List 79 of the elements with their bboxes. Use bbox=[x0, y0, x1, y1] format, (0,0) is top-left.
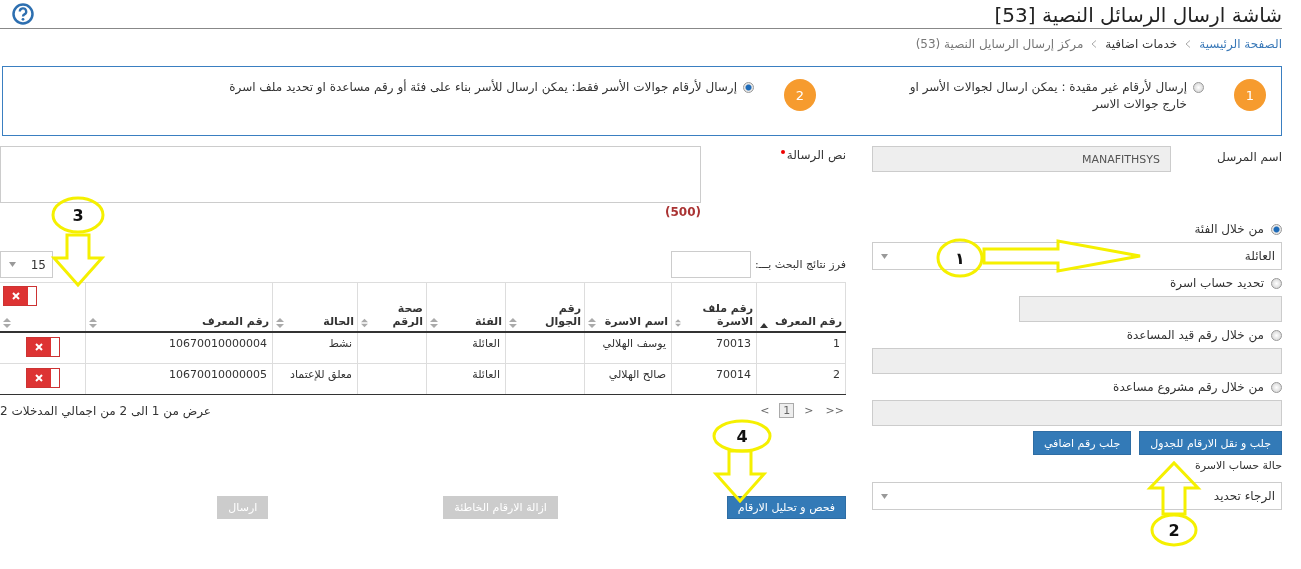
table-cell: 70013 bbox=[716, 337, 751, 350]
callout-number: 4 bbox=[736, 427, 748, 446]
column-header[interactable]: رقم المعرف bbox=[201, 315, 269, 328]
radio-button[interactable] bbox=[743, 82, 754, 93]
sender-field[interactable]: MANAFITHSYS bbox=[872, 146, 1171, 172]
input-field[interactable] bbox=[872, 348, 1282, 374]
table-cell: نشط bbox=[328, 337, 352, 350]
column-header[interactable]: الفئة bbox=[475, 315, 502, 328]
table-cell: العائلة bbox=[472, 337, 500, 350]
pagination-summary: عرض من 1 الى 2 من اجمالي المدخلات 2 bbox=[0, 403, 211, 418]
caret-icon bbox=[9, 262, 16, 267]
input-field[interactable] bbox=[872, 400, 1282, 426]
option-label: من خلال الفئة bbox=[1194, 222, 1264, 236]
callout-number: ١ bbox=[955, 249, 965, 268]
sort-label: فرز نتائج البحث بـــ: bbox=[754, 258, 846, 271]
page-title: شاشة ارسال الرسائل النصية [53] bbox=[994, 2, 1282, 27]
callout-ellipse bbox=[712, 419, 772, 453]
sort-field[interactable] bbox=[670, 251, 751, 278]
column-header[interactable]: الحالة bbox=[323, 315, 354, 328]
close-icon bbox=[12, 292, 20, 300]
delete-button[interactable] bbox=[25, 368, 60, 388]
pagination-button[interactable]: < bbox=[758, 404, 772, 417]
delete-button[interactable] bbox=[3, 286, 37, 306]
step-badge: 2 bbox=[784, 79, 816, 111]
help-icon[interactable] bbox=[12, 3, 34, 25]
page-size-select[interactable]: 15 bbox=[0, 251, 53, 278]
radio-button[interactable] bbox=[1271, 329, 1282, 341]
caret-icon bbox=[881, 493, 888, 499]
table-cell: 2 bbox=[833, 368, 840, 381]
option-label: تحديد حساب اسرة bbox=[1169, 276, 1264, 290]
field-label: اسم المرسل bbox=[1216, 149, 1282, 164]
table-cell: 70014 bbox=[716, 368, 751, 381]
character-counter: (500) bbox=[664, 205, 701, 219]
option-label: إرسال لأرقام غير مقيدة : يمكن ارسال لجوالات الأسر او خارج جوالات الاسر bbox=[908, 79, 1187, 113]
table-cell: 10670010000004 bbox=[169, 337, 267, 350]
message-textarea[interactable] bbox=[0, 146, 701, 203]
pagination-button[interactable]: >> bbox=[823, 404, 846, 417]
callout-number: 3 bbox=[72, 206, 84, 225]
action-button[interactable]: فحص و تحليل الارقام bbox=[726, 496, 846, 519]
column-header[interactable]: اسم الاسرة bbox=[604, 315, 668, 328]
pagination-button[interactable]: > bbox=[802, 404, 816, 417]
caret-icon bbox=[881, 253, 888, 259]
arrow-annotation bbox=[50, 233, 106, 288]
delete-button[interactable] bbox=[25, 337, 60, 357]
table-cell: معلق للإعتماد bbox=[290, 368, 352, 381]
callout-ellipse bbox=[936, 238, 984, 278]
callout-ellipse bbox=[51, 196, 105, 234]
pagination-button[interactable]: 1 bbox=[779, 403, 795, 418]
fetch-button[interactable]: جلب و نقل الارقام للجدول bbox=[1139, 431, 1282, 455]
callout-ellipse bbox=[1150, 513, 1198, 547]
column-header[interactable]: رقم المعرف bbox=[774, 315, 842, 328]
option-label: إرسال لأرقام جوالات الأسر فقط: يمكن ارسال للأسر بناء على فئة أو رقم مساعدة او تحديد ملف اسرة bbox=[229, 79, 737, 96]
radio-button[interactable] bbox=[1193, 82, 1204, 93]
breadcrumb-item[interactable]: خدمات اضافية bbox=[1105, 37, 1178, 51]
table-cell: يوسف الهلالي bbox=[602, 337, 666, 350]
table-cell: 1 bbox=[833, 337, 840, 350]
table-cell: صالح الهلالي bbox=[608, 368, 666, 381]
radio-button[interactable] bbox=[1271, 381, 1282, 393]
table-cell: 10670010000005 bbox=[169, 368, 267, 381]
breadcrumb-current: مركز إرسال الرسايل النصية (53) bbox=[915, 37, 1084, 51]
sort-icon[interactable] bbox=[760, 323, 768, 328]
table-cell: العائلة bbox=[472, 368, 500, 381]
step-badge: 1 bbox=[1234, 79, 1266, 111]
input-field[interactable] bbox=[1019, 296, 1282, 322]
callout-number: 2 bbox=[1168, 521, 1180, 540]
status-select[interactable]: الرجاء تحديد bbox=[872, 482, 1282, 510]
close-icon bbox=[34, 343, 43, 351]
option-label: من خلال رقم مشروع مساعدة bbox=[1113, 380, 1264, 394]
chevron-icon bbox=[1091, 40, 1098, 48]
breadcrumb-link[interactable]: الصفحة الرئيسية bbox=[1199, 37, 1282, 51]
fetch-button[interactable]: جلب رقم اضافي bbox=[1032, 431, 1132, 455]
radio-button[interactable] bbox=[1271, 277, 1282, 289]
field-label: نص الرسالة bbox=[786, 148, 846, 165]
close-icon bbox=[34, 374, 43, 382]
option-label: من خلال رقم قيد المساعدة bbox=[1126, 328, 1264, 342]
radio-button[interactable] bbox=[1271, 223, 1282, 235]
chevron-icon bbox=[1185, 40, 1192, 48]
arrow-annotation bbox=[712, 449, 768, 504]
field-label: حالة حساب الاسرة bbox=[1193, 459, 1282, 474]
